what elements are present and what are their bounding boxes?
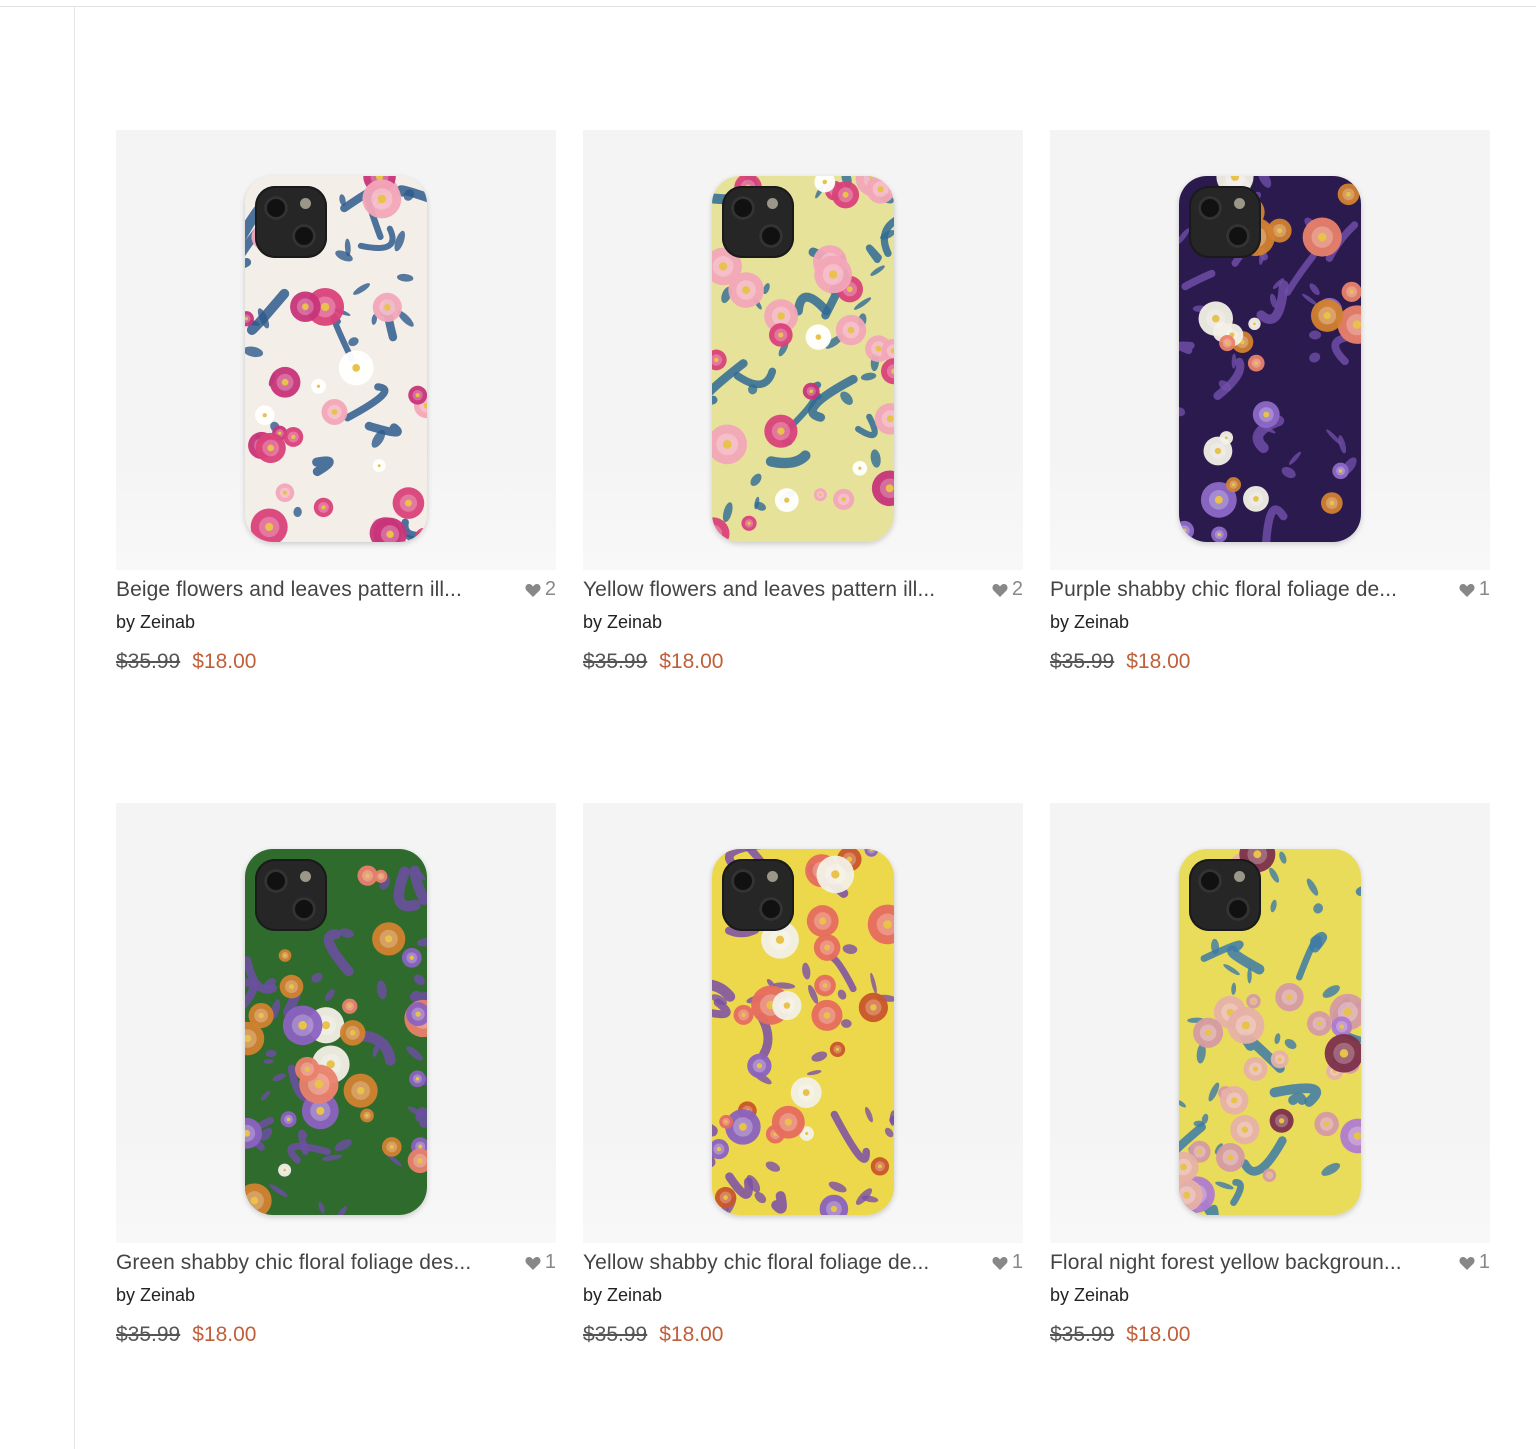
product-title[interactable]: Floral night forest yellow backgroun... xyxy=(1050,1251,1445,1275)
camera-module-icon xyxy=(255,186,327,258)
heart-icon xyxy=(525,583,541,597)
heart-icon xyxy=(992,583,1008,597)
price: $35.99 $18.00 xyxy=(583,650,723,674)
like-count: 1 xyxy=(544,1251,556,1273)
phone-case-image xyxy=(712,849,894,1215)
product-image[interactable] xyxy=(1050,803,1490,1243)
sale-price: $18.00 xyxy=(659,650,724,673)
sidebar-divider xyxy=(74,6,75,1449)
price: $35.99 $18.00 xyxy=(116,650,256,674)
like-button[interactable]: 1 xyxy=(1459,578,1490,601)
artist-link[interactable]: by Zeinab xyxy=(583,1285,662,1306)
original-price: $35.99 xyxy=(116,1323,181,1346)
price: $35.99 $18.00 xyxy=(1050,1323,1190,1347)
artist-link[interactable]: by Zeinab xyxy=(1050,612,1129,633)
product-card[interactable]: Floral night forest yellow backgroun... … xyxy=(1050,803,1490,1363)
like-button[interactable]: 2 xyxy=(525,578,556,601)
heart-icon xyxy=(992,1256,1008,1270)
artist-link[interactable]: by Zeinab xyxy=(583,612,662,633)
sale-price: $18.00 xyxy=(1126,1323,1191,1346)
like-button[interactable]: 1 xyxy=(525,1251,556,1274)
phone-case-image xyxy=(245,176,427,542)
camera-module-icon xyxy=(722,859,794,931)
product-image[interactable] xyxy=(116,803,556,1243)
like-count: 1 xyxy=(1011,1251,1023,1273)
heart-icon xyxy=(1459,583,1475,597)
camera-module-icon xyxy=(255,859,327,931)
price: $35.99 $18.00 xyxy=(1050,650,1190,674)
like-count: 2 xyxy=(544,578,556,600)
product-card[interactable]: Green shabby chic floral foliage des... … xyxy=(116,803,556,1363)
product-card[interactable]: Beige flowers and leaves pattern ill... … xyxy=(116,130,556,690)
product-image[interactable] xyxy=(1050,130,1490,570)
price: $35.99 $18.00 xyxy=(116,1323,256,1347)
like-count: 1 xyxy=(1478,1251,1490,1273)
original-price: $35.99 xyxy=(116,650,181,673)
artist-link[interactable]: by Zeinab xyxy=(116,612,195,633)
like-button[interactable]: 1 xyxy=(992,1251,1023,1274)
heart-icon xyxy=(525,1256,541,1270)
camera-module-icon xyxy=(1189,186,1261,258)
phone-case-image xyxy=(1179,849,1361,1215)
sale-price: $18.00 xyxy=(192,650,257,673)
original-price: $35.99 xyxy=(583,650,648,673)
like-button[interactable]: 1 xyxy=(1459,1251,1490,1274)
product-card[interactable]: Yellow shabby chic floral foliage de... … xyxy=(583,803,1023,1363)
original-price: $35.99 xyxy=(1050,650,1115,673)
original-price: $35.99 xyxy=(583,1323,648,1346)
product-image[interactable] xyxy=(116,130,556,570)
original-price: $35.99 xyxy=(1050,1323,1115,1346)
product-title[interactable]: Yellow flowers and leaves pattern ill... xyxy=(583,578,978,602)
price: $35.99 $18.00 xyxy=(583,1323,723,1347)
product-title[interactable]: Green shabby chic floral foliage des... xyxy=(116,1251,511,1275)
like-count: 2 xyxy=(1011,578,1023,600)
product-title[interactable]: Purple shabby chic floral foliage de... xyxy=(1050,578,1445,602)
product-card[interactable]: Purple shabby chic floral foliage de... … xyxy=(1050,130,1490,690)
artist-link[interactable]: by Zeinab xyxy=(1050,1285,1129,1306)
product-image[interactable] xyxy=(583,803,1023,1243)
product-image[interactable] xyxy=(583,130,1023,570)
camera-module-icon xyxy=(1189,859,1261,931)
heart-icon xyxy=(1459,1256,1475,1270)
sale-price: $18.00 xyxy=(659,1323,724,1346)
artist-link[interactable]: by Zeinab xyxy=(116,1285,195,1306)
sale-price: $18.00 xyxy=(1126,650,1191,673)
product-card[interactable]: Yellow flowers and leaves pattern ill...… xyxy=(583,130,1023,690)
product-title[interactable]: Beige flowers and leaves pattern ill... xyxy=(116,578,511,602)
top-divider xyxy=(0,6,1536,7)
sale-price: $18.00 xyxy=(192,1323,257,1346)
like-count: 1 xyxy=(1478,578,1490,600)
phone-case-image xyxy=(245,849,427,1215)
camera-module-icon xyxy=(722,186,794,258)
like-button[interactable]: 2 xyxy=(992,578,1023,601)
phone-case-image xyxy=(712,176,894,542)
phone-case-image xyxy=(1179,176,1361,542)
product-title[interactable]: Yellow shabby chic floral foliage de... xyxy=(583,1251,978,1275)
